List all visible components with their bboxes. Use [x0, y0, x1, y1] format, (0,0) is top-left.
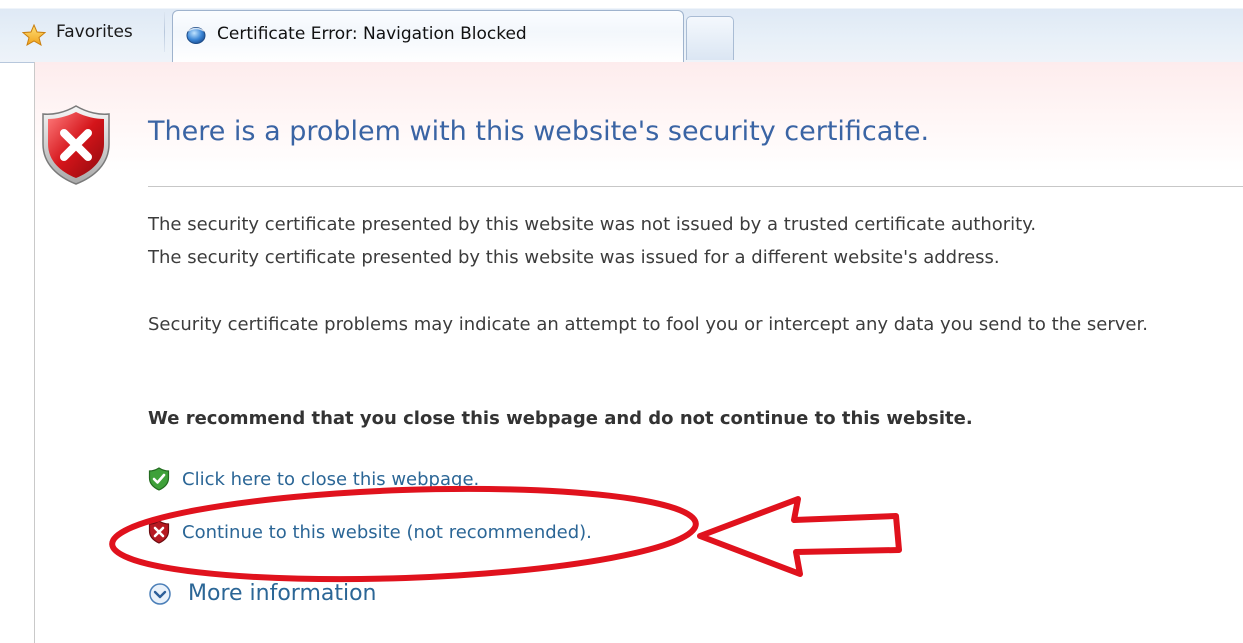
error-page — [34, 62, 1243, 643]
details-line-2: The security certificate presented by th… — [148, 247, 1000, 268]
tab-title: Certificate Error: Navigation Blocked — [217, 24, 527, 44]
close-webpage-label: Click here to close this webpage. — [182, 468, 480, 490]
new-tab-button[interactable] — [686, 16, 734, 60]
red-shield-x-icon — [148, 520, 170, 544]
close-webpage-link[interactable]: Click here to close this webpage. — [148, 467, 479, 491]
toolbar-separator — [164, 12, 165, 52]
page-title: There is a problem with this website's s… — [148, 116, 930, 147]
red-shield-x-icon — [42, 105, 110, 185]
favorites-button[interactable]: Favorites — [0, 10, 162, 56]
continue-to-website-label: Continue to this website (not recommende… — [182, 521, 592, 543]
details-line-1: The security certificate presented by th… — [148, 214, 1037, 235]
divider — [148, 186, 1243, 187]
green-shield-check-icon — [148, 467, 170, 491]
details-text: The security certificate presented by th… — [148, 208, 1036, 274]
chevron-down-circle-icon — [149, 582, 171, 605]
tab-certificate-error[interactable]: Certificate Error: Navigation Blocked — [172, 10, 684, 63]
warning-text: Security certificate problems may indica… — [148, 314, 1148, 335]
tab-bar: Favorites Certificate Error: Navigation … — [0, 0, 1243, 63]
star-icon — [22, 24, 46, 46]
globe-icon — [186, 27, 206, 44]
favorites-label: Favorites — [56, 22, 133, 42]
recommendation-text: We recommend that you close this webpage… — [148, 408, 973, 429]
more-information-label: More information — [188, 581, 377, 606]
continue-to-website-link[interactable]: Continue to this website (not recommende… — [148, 520, 592, 544]
more-information-link[interactable]: More information — [148, 581, 377, 606]
